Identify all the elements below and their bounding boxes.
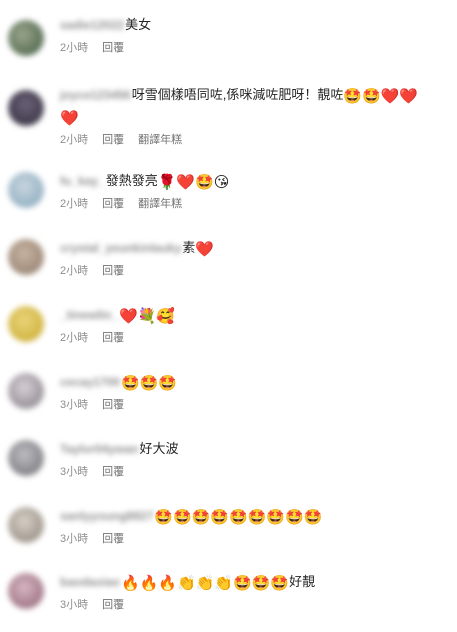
comment-text: 美女: [125, 17, 152, 32]
emoji-run: 🤩🤩❤️❤️: [343, 87, 419, 105]
timestamp: 2小時: [60, 198, 89, 210]
comment-text: 好大波: [139, 441, 179, 456]
username[interactable]: crystal_yeunkinlauky: [60, 237, 181, 259]
timestamp: 2小時: [60, 265, 89, 277]
avatar[interactable]: [8, 373, 44, 409]
emoji-run: 🌹❤️🤩😘: [157, 173, 230, 191]
emoji-run: ❤️: [195, 240, 215, 258]
reply-button[interactable]: 回覆: [102, 263, 124, 279]
avatar[interactable]: [8, 573, 44, 609]
username[interactable]: baodaoiao: [60, 571, 120, 593]
comment-text: 呀雪個樣唔同咗,係咪減咗肥呀！靚咗: [131, 87, 344, 102]
username[interactable]: sadie12022: [60, 14, 124, 36]
reply-button[interactable]: 回覆: [102, 397, 124, 413]
timestamp: 2小時: [60, 134, 89, 146]
username[interactable]: sanlyyoung8827: [60, 505, 153, 527]
avatar[interactable]: [8, 507, 44, 543]
username[interactable]: Taylor04ywan: [60, 438, 138, 460]
emoji-run: ❤️: [60, 109, 79, 127]
username[interactable]: _tinewlin_: [60, 304, 118, 326]
avatar[interactable]: [8, 440, 44, 476]
reply-button[interactable]: 回覆: [102, 330, 124, 346]
comment-text: 發熱發亮: [105, 173, 158, 188]
avatar[interactable]: [8, 306, 44, 342]
comment-text: 素: [182, 240, 196, 255]
reply-button[interactable]: 回覆: [102, 196, 124, 212]
emoji-run: 🔥🔥🔥👏👏👏🤩🤩🤩: [121, 574, 290, 592]
timestamp: 3小時: [60, 466, 89, 478]
username[interactable]: cecay1700: [60, 371, 120, 393]
avatar[interactable]: [8, 172, 44, 208]
timestamp: 2小時: [60, 332, 89, 344]
translate-button[interactable]: 翻譯年糕: [138, 196, 182, 212]
reply-button[interactable]: 回覆: [102, 464, 124, 480]
reply-button[interactable]: 回覆: [102, 597, 124, 613]
timestamp: 2小時: [60, 42, 89, 54]
comment-text: 好靚: [289, 574, 316, 589]
username[interactable]: joyce123456: [60, 84, 131, 106]
avatar[interactable]: [8, 90, 44, 126]
reply-button[interactable]: 回覆: [102, 531, 124, 547]
timestamp: 3小時: [60, 599, 89, 611]
emoji-run: ❤️💐🥰: [119, 307, 176, 325]
timestamp: 3小時: [60, 399, 89, 411]
translate-button[interactable]: 翻譯年糕: [138, 132, 182, 148]
username[interactable]: fu_kay_: [60, 170, 105, 192]
timestamp: 3小時: [60, 533, 89, 545]
reply-button[interactable]: 回覆: [102, 40, 124, 56]
comment-list: sadie12022美女 2小時 回覆 joyce123456呀雪個樣唔同咗,係咪…: [0, 0, 457, 632]
avatar[interactable]: [8, 239, 44, 275]
avatar[interactable]: [8, 20, 44, 56]
emoji-run: 🤩🤩🤩: [121, 374, 178, 392]
reply-button[interactable]: 回覆: [102, 132, 124, 148]
emoji-run: 🤩🤩🤩🤩🤩🤩🤩🤩🤩: [154, 508, 323, 526]
